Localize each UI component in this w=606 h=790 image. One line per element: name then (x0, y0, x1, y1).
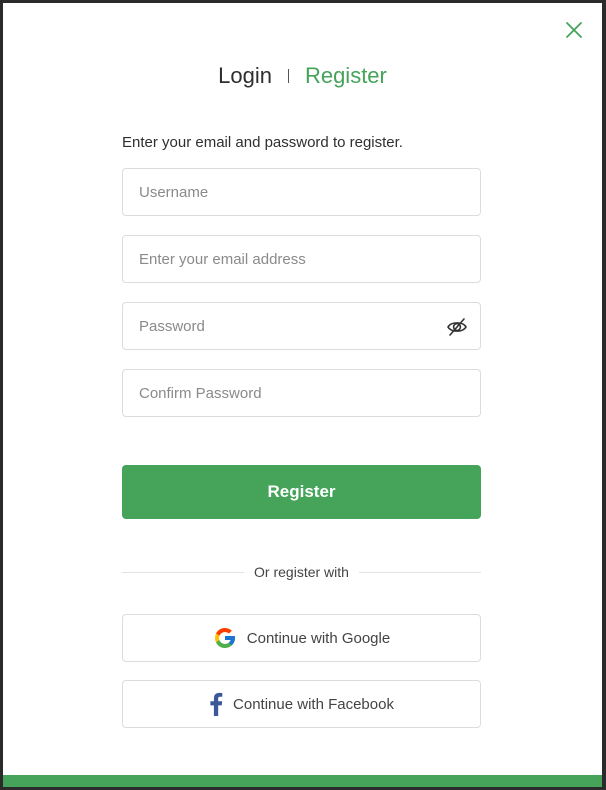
email-field-wrapper (122, 235, 481, 283)
confirm-password-input[interactable] (123, 370, 480, 416)
password-field-wrapper (122, 302, 481, 350)
facebook-button-label: Continue with Facebook (233, 695, 394, 713)
google-icon (213, 626, 237, 650)
google-button-label: Continue with Google (246, 629, 391, 647)
divider-line-right (358, 571, 482, 573)
close-icon (562, 18, 586, 42)
toggle-password-visibility[interactable] (446, 316, 468, 338)
username-input[interactable] (123, 169, 480, 215)
confirm-password-field-wrapper (122, 369, 481, 417)
register-button[interactable]: Register (122, 465, 481, 519)
tab-divider (287, 69, 289, 83)
bottom-accent-bar (3, 775, 602, 787)
close-button[interactable] (562, 18, 586, 42)
divider-line-left (122, 571, 245, 573)
tab-login[interactable]: Login (218, 59, 272, 93)
eye-off-icon (446, 316, 468, 338)
email-input[interactable] (123, 236, 480, 282)
username-field-wrapper (122, 168, 481, 216)
instruction-text: Enter your email and password to registe… (122, 134, 403, 151)
facebook-icon (209, 692, 223, 716)
social-divider: Or register with (122, 561, 482, 583)
password-input[interactable] (123, 303, 480, 349)
divider-text: Or register with (254, 564, 349, 580)
tab-register[interactable]: Register (305, 59, 387, 93)
continue-with-facebook-button[interactable]: Continue with Facebook (122, 680, 481, 728)
register-modal: Login Register Enter your email and pass… (3, 3, 602, 787)
continue-with-google-button[interactable]: Continue with Google (122, 614, 481, 662)
auth-tabs: Login Register (3, 59, 602, 93)
